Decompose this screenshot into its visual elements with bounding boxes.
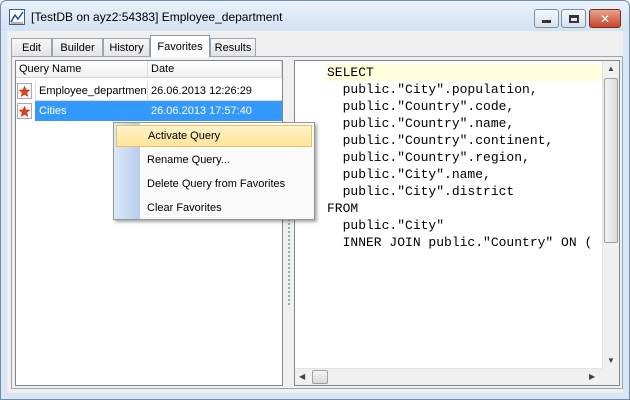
code-line: public."City" (327, 218, 445, 233)
close-icon: ✕ (599, 11, 611, 26)
query-name-cell: Employee_department (35, 81, 148, 101)
menu-item-activate-query[interactable]: Activate Query (116, 125, 312, 147)
list-header: Query Name Date (16, 61, 282, 78)
favorite-star-icon (17, 103, 32, 119)
favorites-panel: Query Name Date Employee_department 26.0… (11, 56, 623, 389)
query-name-cell: Cities (35, 101, 148, 121)
tab-builder[interactable]: Builder (52, 38, 103, 56)
sql-code[interactable]: SELECT public."City".population, public.… (325, 61, 619, 369)
scroll-down-icon[interactable]: ▼ (607, 356, 615, 365)
menu-item-clear-favorites[interactable]: Clear Favorites (116, 197, 312, 219)
query-date-cell: 26.06.2013 17:57:40 (148, 101, 282, 121)
code-line: public."City".population, (327, 82, 538, 97)
code-line: public."City".district (327, 184, 515, 199)
menu-item-delete-query[interactable]: Delete Query from Favorites (116, 173, 312, 195)
minimize-icon (542, 20, 551, 23)
code-line: INNER JOIN public."Country" ON ( (327, 235, 593, 250)
code-line: public."Country".continent, (327, 133, 554, 148)
chart-app-icon (9, 9, 25, 25)
vertical-scroll-thumb[interactable] (604, 78, 618, 243)
code-line: public."City".name, (327, 167, 491, 182)
close-button[interactable]: ✕ (589, 9, 621, 28)
code-line: FROM (327, 201, 359, 216)
list-item[interactable]: Cities 26.06.2013 17:57:40 (16, 101, 282, 121)
query-window: [TestDB on ayz2:54383] Employee_departme… (0, 0, 630, 400)
favorite-star-icon (17, 83, 32, 99)
maximize-icon (568, 14, 579, 23)
minimize-button[interactable] (534, 9, 559, 28)
scroll-up-icon[interactable]: ▲ (607, 64, 615, 73)
scrollbar-corner (602, 368, 619, 385)
vertical-scrollbar[interactable]: ▲ ▼ (602, 61, 619, 369)
tab-favorites[interactable]: Favorites (150, 35, 210, 57)
client-area: Edit Builder History Favorites Results Q… (7, 31, 623, 393)
context-menu: Activate Query Rename Query... Delete Qu… (113, 122, 315, 220)
code-line: SELECT (325, 64, 619, 81)
favorites-list[interactable]: Query Name Date Employee_department 26.0… (15, 60, 283, 386)
tab-results[interactable]: Results (210, 38, 256, 56)
code-line: public."Country".code, (327, 99, 515, 114)
column-header-query-name[interactable]: Query Name (16, 61, 148, 78)
code-line: public."Country".region, (327, 150, 530, 165)
query-date-cell: 26.06.2013 12:26:29 (148, 81, 282, 101)
window-title: [TestDB on ayz2:54383] Employee_departme… (31, 10, 283, 24)
column-header-date[interactable]: Date (148, 61, 282, 78)
list-item[interactable]: Employee_department 26.06.2013 12:26:29 (16, 81, 282, 101)
sql-editor[interactable]: SELECT public."City".population, public.… (294, 60, 620, 386)
code-line: public."Country".name, (327, 116, 515, 131)
scroll-right-icon[interactable]: ▶ (589, 372, 595, 381)
maximize-button[interactable] (561, 9, 586, 28)
menu-item-rename-query[interactable]: Rename Query... (116, 149, 312, 171)
tab-edit[interactable]: Edit (11, 38, 52, 56)
tab-history[interactable]: History (103, 38, 150, 56)
horizontal-scroll-thumb[interactable] (312, 370, 328, 384)
scroll-left-icon[interactable]: ◀ (299, 372, 305, 381)
title-bar[interactable]: [TestDB on ayz2:54383] Employee_departme… (1, 1, 629, 31)
horizontal-scrollbar[interactable]: ◀ ▶ (295, 368, 602, 385)
